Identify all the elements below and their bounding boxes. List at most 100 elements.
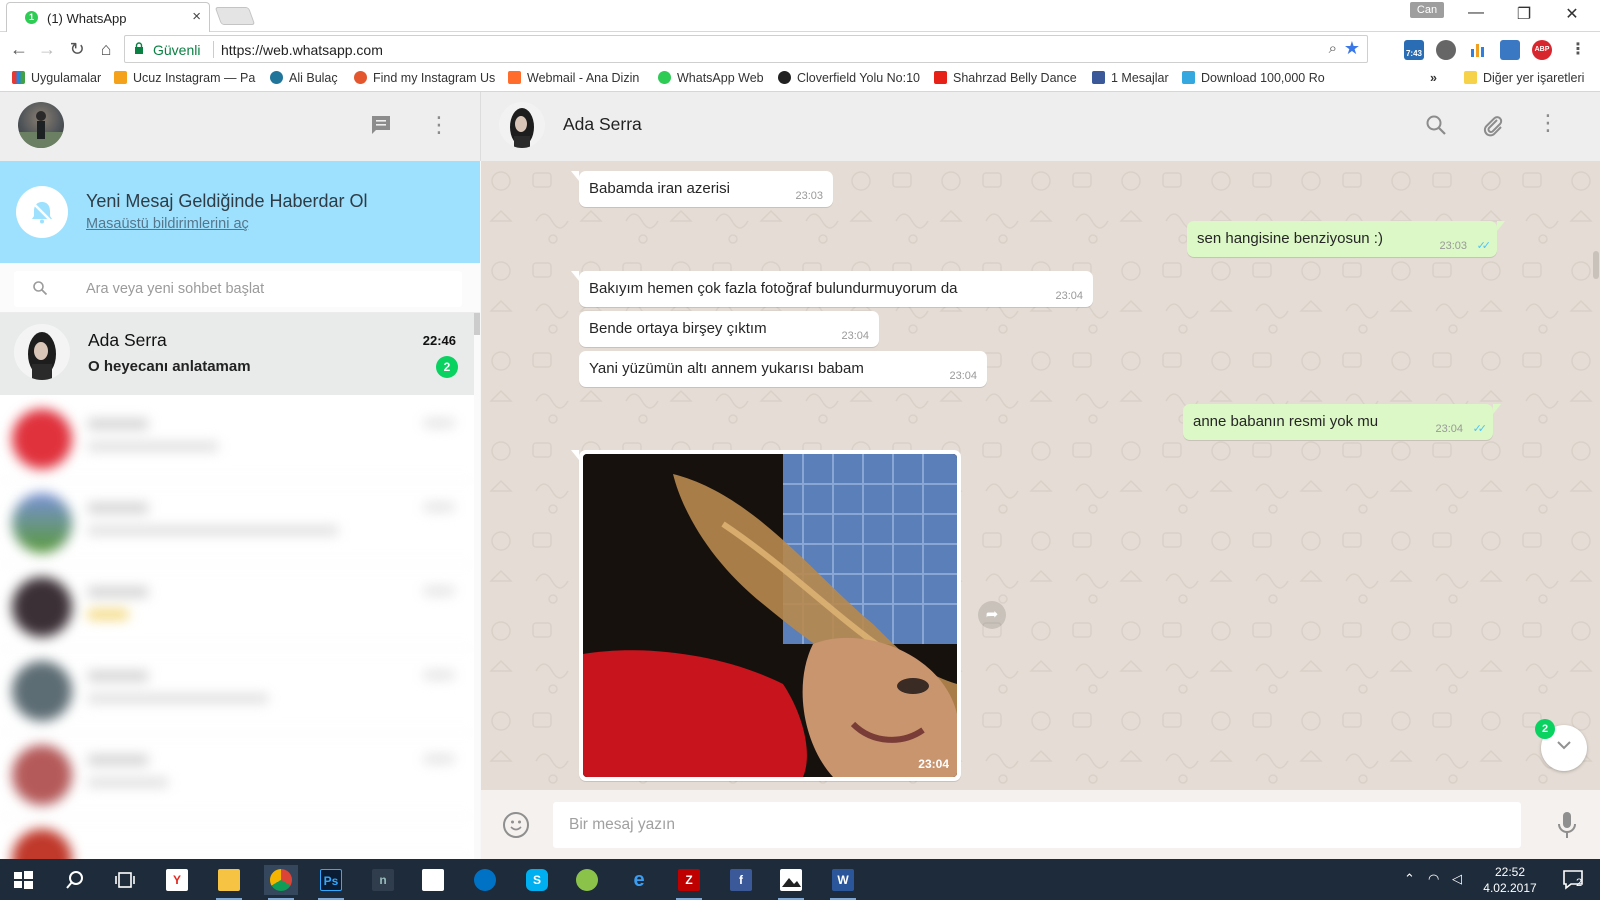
file-explorer-icon[interactable] xyxy=(212,865,246,900)
home-icon[interactable]: ⌂ xyxy=(95,39,117,60)
bookmark-download[interactable]: Download 100,000 Ro xyxy=(1182,71,1325,85)
folder-icon xyxy=(1464,71,1477,84)
unread-badge: 2 xyxy=(436,356,458,378)
extension-chart-icon[interactable] xyxy=(1468,40,1488,60)
microphone-icon[interactable] xyxy=(1555,810,1579,840)
message-composer: Bir mesaj yazın xyxy=(481,790,1600,859)
chat-list-item-blurred[interactable] xyxy=(0,817,474,889)
adblock-plus-icon[interactable]: ABP xyxy=(1532,40,1552,60)
forward-icon[interactable]: ➦ xyxy=(978,601,1006,629)
bookmark-ali-bulac[interactable]: Ali Bulaç xyxy=(270,71,338,85)
facebook-icon[interactable]: f xyxy=(724,865,758,895)
bookmark-label: Download 100,000 Ro xyxy=(1201,71,1325,85)
yandex-icon[interactable]: Y xyxy=(160,865,194,895)
chat-list-item-blurred[interactable] xyxy=(0,649,474,733)
chat-list-item-blurred[interactable] xyxy=(0,565,474,649)
search-input[interactable]: Ara veya yeni sohbet başlat xyxy=(14,271,462,307)
chrome-menu-icon[interactable]: ⋮ xyxy=(1568,40,1588,60)
chat-list-item-ada-serra[interactable]: Ada Serra 22:46 O heyecanı anlatamam 2 xyxy=(0,313,474,395)
system-clock[interactable]: 22:52 4.02.2017 xyxy=(1478,864,1542,896)
url-text[interactable]: https://web.whatsapp.com xyxy=(221,42,383,58)
volume-icon[interactable]: ◁ xyxy=(1452,871,1462,887)
chat-list-scrollbar[interactable] xyxy=(474,313,480,859)
incoming-message[interactable]: Yani yüzümün altı annem yukarısı babam 2… xyxy=(579,351,987,387)
search-icon[interactable] xyxy=(58,865,92,895)
chat-list-item-blurred[interactable] xyxy=(0,733,474,817)
incoming-message[interactable]: Bakıyım hemen çok fazla fotoğraf bulundu… xyxy=(579,271,1093,307)
chat-name: Ada Serra xyxy=(88,330,167,350)
bookmark-webmail[interactable]: Webmail - Ana Dizin xyxy=(508,71,639,85)
restore-icon[interactable]: ❐ xyxy=(1504,4,1544,24)
contact-name[interactable]: Ada Serra xyxy=(563,114,642,135)
windows-taskbar: Y Ps n S e Z f W ⌃ ◠ ◁ 22:52 4.02.2017 2 xyxy=(0,859,1600,900)
new-tab-button[interactable] xyxy=(214,7,256,25)
bookmark-ucuz-instagram[interactable]: Ucuz Instagram — Pa xyxy=(114,71,255,85)
skype-icon[interactable]: S xyxy=(520,865,554,895)
menu-kebab-icon[interactable]: ⋮ xyxy=(428,112,450,138)
profile-button[interactable]: Can xyxy=(1410,2,1444,18)
window-close-icon[interactable]: ✕ xyxy=(1552,4,1592,24)
incoming-message[interactable]: Babamda iran azerisi 23:03 xyxy=(579,171,833,207)
bookmarks-overflow-button[interactable]: » xyxy=(1430,71,1437,85)
message-input[interactable]: Bir mesaj yazın xyxy=(553,802,1521,848)
back-icon[interactable]: ← xyxy=(8,39,30,60)
scrollbar-thumb[interactable] xyxy=(474,313,480,335)
word-icon[interactable]: W xyxy=(826,865,860,900)
extension-calendar-icon[interactable]: 7:43 xyxy=(1404,40,1424,60)
search-messages-icon[interactable] xyxy=(1425,114,1447,142)
network-icon[interactable]: ◠ xyxy=(1428,871,1439,887)
bookmark-whatsapp-web[interactable]: WhatsApp Web xyxy=(658,71,764,85)
zoom-icon[interactable]: ⌕ xyxy=(1329,40,1337,57)
message-list-scrollbar[interactable] xyxy=(1593,251,1599,279)
minimize-icon[interactable]: — xyxy=(1456,4,1496,22)
new-chat-icon[interactable] xyxy=(370,114,392,142)
photoshop-icon[interactable]: Ps xyxy=(314,865,348,900)
task-view-icon[interactable] xyxy=(108,865,142,895)
start-icon[interactable] xyxy=(6,865,40,895)
bookmark-apps[interactable]: Uygulamalar xyxy=(12,71,101,85)
bookmark-label: Shahrzad Belly Dance xyxy=(953,71,1077,85)
bookmark-find-instagram[interactable]: Find my Instagram Us xyxy=(354,71,495,85)
browser-tab-whatsapp[interactable]: 1 (1) WhatsApp × xyxy=(6,2,210,32)
attach-icon[interactable] xyxy=(1481,114,1505,144)
enable-notifications-link[interactable]: Masaüstü bildirimlerini aç xyxy=(86,216,249,232)
search-icon xyxy=(33,281,48,296)
address-bar[interactable]: Güvenli https://web.whatsapp.com ⌕ ★ xyxy=(124,35,1368,63)
chat-list-item-blurred[interactable] xyxy=(0,397,474,481)
filezilla-icon[interactable]: Z xyxy=(672,865,706,900)
scroll-to-bottom-button[interactable]: 2 xyxy=(1535,719,1587,771)
conversation-menu-icon[interactable]: ⋮ xyxy=(1537,110,1559,136)
android-icon[interactable] xyxy=(570,865,604,895)
tab-close-icon[interactable]: × xyxy=(192,8,201,25)
bookmark-shahrzad[interactable]: Shahrzad Belly Dance xyxy=(934,71,1077,85)
emoji-icon[interactable] xyxy=(503,812,529,838)
tray-overflow-icon[interactable]: ⌃ xyxy=(1404,871,1415,887)
store-icon[interactable] xyxy=(416,865,450,895)
photo-image[interactable]: 23:04 xyxy=(583,454,957,777)
forward-icon[interactable]: → xyxy=(36,39,58,60)
extension-globe-icon[interactable] xyxy=(1436,40,1456,60)
bookmark-cloverfield[interactable]: Cloverfield Yolu No:10 xyxy=(778,71,920,85)
incoming-image-message[interactable]: 23:04 xyxy=(579,450,961,781)
outlook-icon[interactable] xyxy=(468,865,502,895)
action-center-icon[interactable]: 2 xyxy=(1556,865,1590,895)
message-time: 23:04 xyxy=(1435,423,1463,435)
photos-icon[interactable] xyxy=(774,865,808,900)
my-profile-avatar[interactable] xyxy=(18,102,64,148)
extension-badge: 7:43 xyxy=(1405,49,1422,58)
other-bookmarks-folder[interactable]: Diğer yer işaretleri xyxy=(1464,71,1584,85)
bookmark-star-icon[interactable]: ★ xyxy=(1344,38,1360,59)
outgoing-message[interactable]: sen hangisine benziyosun :) 23:03 ✓✓ xyxy=(1187,221,1497,257)
outgoing-message[interactable]: anne babanın resmi yok mu 23:04 ✓✓ xyxy=(1183,404,1493,440)
nox-icon[interactable]: n xyxy=(366,865,400,895)
reload-icon[interactable]: ↻ xyxy=(66,39,88,60)
edge-icon[interactable]: e xyxy=(622,865,656,895)
extension-print-icon[interactable] xyxy=(1500,40,1520,60)
incoming-message[interactable]: Bende ortaya birşey çıktım 23:04 xyxy=(579,311,879,347)
contact-header-avatar[interactable] xyxy=(499,102,545,148)
message-text: Bende ortaya birşey çıktım xyxy=(589,320,767,337)
chrome-icon[interactable] xyxy=(264,865,298,900)
message-time: 23:03 xyxy=(795,190,823,202)
chat-list-item-blurred[interactable] xyxy=(0,481,474,565)
bookmark-facebook-messages[interactable]: 1 Mesajlar xyxy=(1092,71,1169,85)
